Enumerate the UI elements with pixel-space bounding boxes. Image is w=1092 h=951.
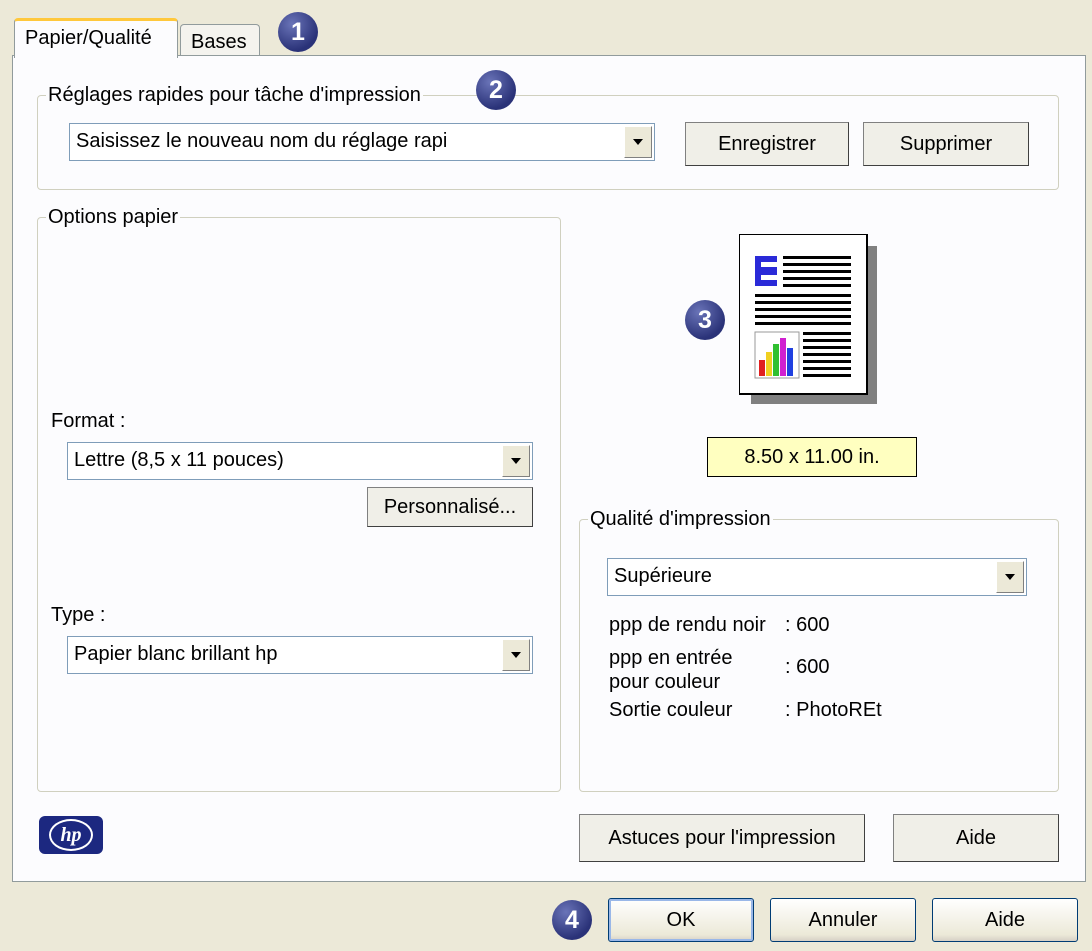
- save-button[interactable]: Enregistrer: [685, 122, 849, 166]
- callout-badge-4: 4: [552, 900, 592, 940]
- tab-label: Papier/Qualité: [25, 27, 152, 49]
- format-combo[interactable]: Lettre (8,5 x 11 pouces): [67, 442, 533, 480]
- color-output-label: Sortie couleur: [609, 699, 733, 721]
- ok-button[interactable]: OK: [608, 898, 754, 942]
- tab-panel: Réglages rapides pour tâche d'impression…: [12, 55, 1086, 882]
- print-quality-combo[interactable]: Supérieure: [607, 558, 1027, 596]
- format-label: Format :: [51, 410, 126, 432]
- print-quality-legend: Qualité d'impression: [590, 508, 771, 530]
- format-value: Lettre (8,5 x 11 pouces): [74, 449, 284, 471]
- quick-settings-name-combo[interactable]: Saisissez le nouveau nom du réglage rapi: [69, 123, 655, 161]
- print-tips-button[interactable]: Astuces pour l'impression: [579, 814, 865, 862]
- callout-badge-1: 1: [278, 12, 318, 52]
- type-value: Papier blanc brillant hp: [74, 643, 278, 665]
- tab-papier-qualite[interactable]: Papier/Qualité: [14, 18, 178, 58]
- tab-bases[interactable]: Bases: [180, 24, 260, 57]
- color-dpi-label: ppp en entrée pour couleur: [609, 647, 733, 693]
- color-output-value: : PhotoREt: [785, 699, 882, 721]
- hp-logo-text: hp: [60, 823, 82, 846]
- dropdown-arrow-icon[interactable]: [502, 445, 530, 477]
- quick-settings-legend: Réglages rapides pour tâche d'impression: [48, 84, 421, 106]
- help-button[interactable]: Aide: [932, 898, 1078, 942]
- tab-label: Bases: [191, 31, 247, 53]
- type-combo[interactable]: Papier blanc brillant hp: [67, 636, 533, 674]
- page-preview-icon: [738, 233, 881, 406]
- dropdown-arrow-icon[interactable]: [502, 639, 530, 671]
- hp-logo: hp: [39, 816, 103, 854]
- paper-options-legend: Options papier: [48, 206, 179, 228]
- panel-help-button[interactable]: Aide: [893, 814, 1059, 862]
- black-dpi-value: : 600: [785, 614, 830, 636]
- callout-badge-2: 2: [476, 70, 516, 110]
- dropdown-arrow-icon[interactable]: [624, 126, 652, 158]
- quick-settings-name-value: Saisissez le nouveau nom du réglage rapi: [76, 130, 448, 152]
- delete-button[interactable]: Supprimer: [863, 122, 1029, 166]
- paper-size-label: 8.50 x 11.00 in.: [707, 437, 917, 477]
- print-quality-value: Supérieure: [614, 565, 712, 587]
- custom-size-button[interactable]: Personnalisé...: [367, 487, 533, 527]
- dropdown-arrow-icon[interactable]: [996, 561, 1024, 593]
- black-dpi-label: ppp de rendu noir: [609, 614, 766, 636]
- cancel-button[interactable]: Annuler: [770, 898, 916, 942]
- color-dpi-value: : 600: [785, 656, 830, 678]
- type-label: Type :: [51, 604, 106, 626]
- callout-badge-3: 3: [685, 300, 725, 340]
